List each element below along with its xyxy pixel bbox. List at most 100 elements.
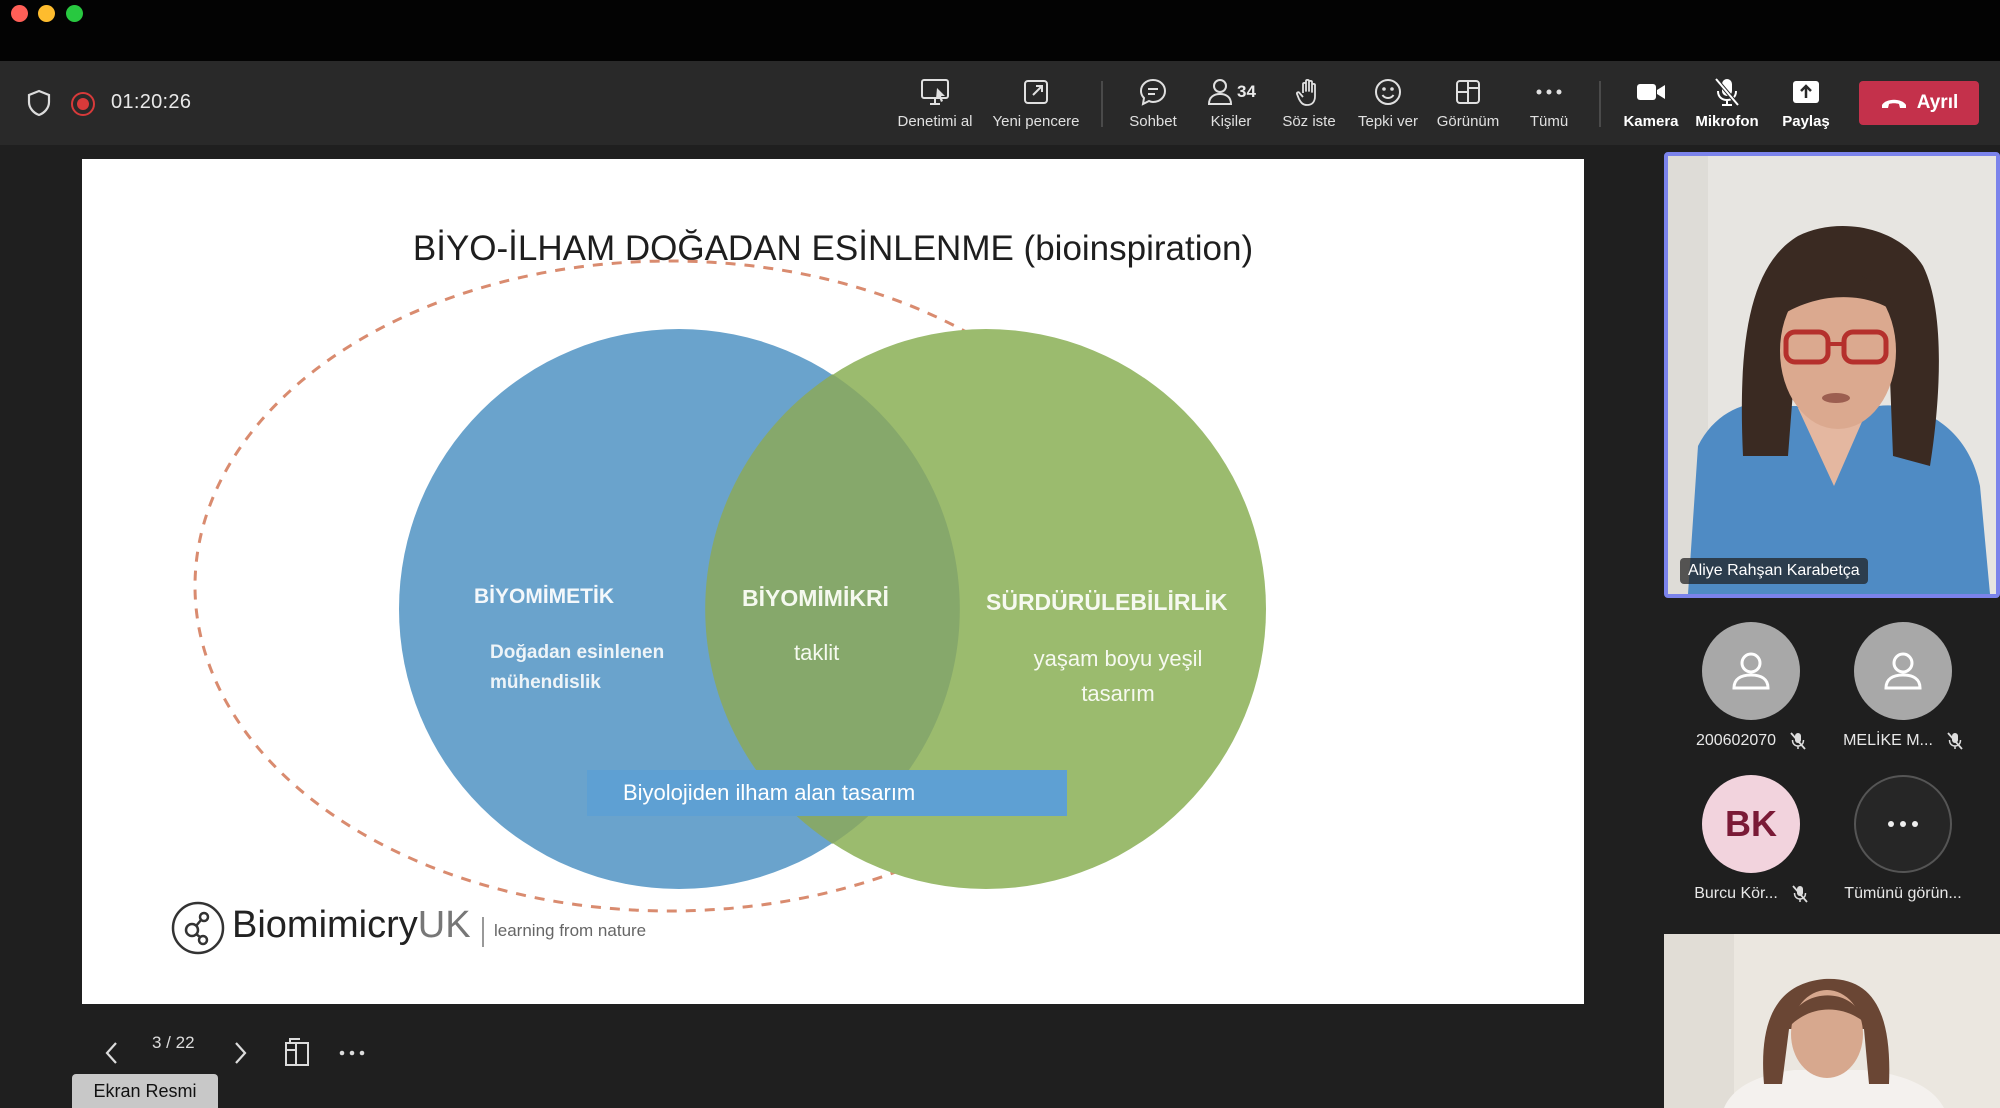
center-heading: BİYOMİMİKRİ (742, 585, 889, 611)
active-speaker-video[interactable]: Aliye Rahşan Karabetça (1664, 152, 2000, 598)
avatar (1854, 775, 1952, 873)
meeting-timer: 01:20:26 (111, 91, 192, 113)
shared-content-area: BİYO-İLHAM DOĞADAN ESİNLENME (bioinspira… (0, 145, 1660, 1108)
participant-name: MELİKE M... (1843, 732, 1933, 749)
biomimicry-logo-icon (171, 901, 225, 955)
venn-diagram (193, 259, 1266, 913)
left-text-line-1: Doğadan esinlenen (490, 642, 665, 663)
person-icon (1208, 79, 1233, 105)
logo-name: Biomimicry (232, 904, 418, 946)
people-count: 34 (1237, 82, 1256, 101)
hand-icon (1292, 75, 1326, 109)
participant-name: 200602070 (1695, 732, 1777, 749)
new-window-button[interactable]: Yeni pencere (986, 75, 1086, 135)
take-control-icon (918, 75, 952, 109)
leave-meeting-button[interactable]: Ayrıl (1859, 81, 1979, 125)
react-button[interactable]: Tepki ver (1354, 75, 1422, 135)
self-view-video[interactable] (1664, 934, 2000, 1108)
screenshot-tooltip: Ekran Resmi (72, 1074, 218, 1108)
mic-off-icon (1947, 732, 1963, 750)
view-button[interactable]: Görünüm (1432, 75, 1504, 135)
camera-icon (1634, 75, 1668, 109)
people-button[interactable]: 34 Kişiler (1198, 75, 1264, 135)
center-text: taklit (794, 640, 840, 665)
window-titlebar (0, 0, 2000, 61)
toolbar-divider (1101, 81, 1103, 127)
speaker-video-frame (1668, 156, 1996, 594)
see-all-label: Tümünü görün... (1844, 885, 1962, 902)
share-button[interactable]: Paylaş (1774, 75, 1838, 135)
more-button[interactable]: Tümü (1518, 75, 1580, 135)
person-icon (1732, 652, 1770, 690)
slide-more-options-icon[interactable] (337, 1033, 367, 1073)
camera-button[interactable]: Kamera (1616, 75, 1686, 135)
new-window-label: Yeni pencere (992, 113, 1080, 130)
maximize-window-button[interactable] (66, 5, 83, 22)
participant-name-row: Burcu Kör... (1694, 885, 1808, 903)
layout-icon (1451, 75, 1485, 109)
leave-label: Ayrıl (1916, 92, 1959, 113)
smiley-icon (1371, 75, 1405, 109)
slide-grid-icon[interactable] (282, 1033, 312, 1073)
hang-up-icon (1881, 99, 1906, 108)
participant-tile[interactable]: BK Burcu Kör... (1676, 775, 1826, 903)
participant-name-row: MELİKE M... (1843, 732, 1963, 750)
ellipsis-icon (1888, 821, 1918, 827)
recording-indicator-icon (71, 92, 95, 116)
right-text: yaşam boyu yeşil tasarım (998, 641, 1238, 711)
view-label: Görünüm (1436, 113, 1500, 130)
microphone-button[interactable]: Mikrofon (1690, 75, 1764, 135)
close-window-button[interactable] (11, 5, 28, 22)
mic-off-icon (1710, 75, 1744, 109)
mic-off-icon (1792, 885, 1808, 903)
left-text: Doğadan esinlenen mühendislik (490, 638, 664, 698)
logo-tagline: learning from nature (494, 921, 647, 940)
avatar-initials: BK (1702, 775, 1800, 873)
raise-hand-button[interactable]: Söz iste (1276, 75, 1342, 135)
meeting-toolbar: 01:20:26 Denetimi al Yeni pencere Sohbet… (0, 61, 2000, 145)
active-speaker-name: Aliye Rahşan Karabetça (1680, 558, 1868, 584)
participant-name-row: 200602070 (1696, 732, 1806, 750)
see-all-participants-button[interactable]: Tümünü görün... (1828, 775, 1978, 903)
presentation-slide: BİYO-İLHAM DOĞADAN ESİNLENME (bioinspira… (82, 159, 1584, 1004)
logo-wordmark: BiomimicryUK (232, 904, 471, 947)
minimize-window-button[interactable] (38, 5, 55, 22)
microphone-label: Mikrofon (1695, 113, 1759, 130)
left-text-line-2: mühendislik (490, 672, 601, 693)
take-control-button[interactable]: Denetimi al (890, 75, 980, 135)
share-upload-icon (1789, 75, 1823, 109)
right-heading: SÜRDÜRÜLEBİLİRLİK (986, 589, 1228, 615)
participants-panel: Aliye Rahşan Karabetça 200602070 MELİKE … (1660, 145, 2000, 1108)
right-text-line-1: yaşam boyu yeşil (1033, 646, 1203, 671)
chat-button[interactable]: Sohbet (1122, 75, 1184, 135)
logo-suffix: UK (417, 904, 471, 946)
self-view-frame (1664, 934, 2000, 1108)
take-control-label: Denetimi al (897, 113, 973, 130)
logo-divider (482, 917, 484, 947)
people-icon-wrap: 34 (1201, 75, 1261, 109)
banner-text: Biyolojiden ilham alan tasarım (623, 780, 916, 805)
people-label: Kişiler (1210, 113, 1252, 130)
ellipsis-icon (1532, 75, 1566, 109)
avatar (1854, 622, 1952, 720)
mic-off-icon (1790, 732, 1806, 750)
person-icon (1884, 652, 1922, 690)
chat-label: Sohbet (1129, 113, 1177, 130)
avatar (1702, 622, 1800, 720)
share-label: Paylaş (1782, 113, 1830, 130)
raise-hand-label: Söz iste (1282, 113, 1336, 130)
previous-slide-icon[interactable] (100, 1033, 124, 1073)
participant-tile[interactable]: 200602070 (1676, 622, 1826, 750)
left-heading: BİYOMİMETİK (474, 585, 614, 608)
participant-name: Burcu Kör... (1694, 885, 1778, 902)
camera-label: Kamera (1623, 113, 1679, 130)
right-text-line-2: tasarım (1081, 681, 1155, 706)
react-label: Tepki ver (1357, 113, 1419, 130)
pop-out-icon (1019, 75, 1053, 109)
toolbar-divider (1599, 81, 1601, 127)
slide-page-indicator: 3 / 22 (152, 1033, 195, 1052)
participant-tile[interactable]: MELİKE M... (1828, 622, 1978, 750)
shield-icon (27, 89, 51, 117)
next-slide-icon[interactable] (228, 1033, 252, 1073)
more-label: Tümü (1529, 113, 1569, 130)
